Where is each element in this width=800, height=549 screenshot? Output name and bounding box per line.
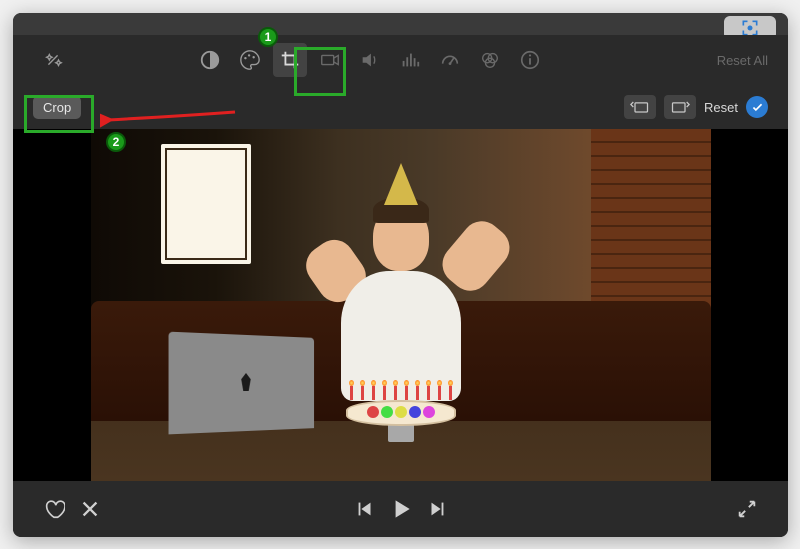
rotate-ccw-button[interactable] xyxy=(624,95,656,119)
laptop-object xyxy=(168,332,313,435)
fullscreen-icon xyxy=(736,498,758,520)
info-button[interactable] xyxy=(513,43,547,77)
video-editor-window: Reset All Crop Reset xyxy=(13,13,788,537)
playback-controls xyxy=(354,496,448,522)
view-controls xyxy=(736,498,758,520)
reject-button[interactable] xyxy=(79,498,101,520)
color-palette-button[interactable] xyxy=(233,43,267,77)
color-balance-button[interactable] xyxy=(193,43,227,77)
camera-icon xyxy=(319,49,341,71)
checkmark-icon xyxy=(751,101,764,114)
color-filter-icon xyxy=(479,49,501,71)
skip-back-button[interactable] xyxy=(354,498,376,520)
confirm-button[interactable] xyxy=(746,96,768,118)
speed-button[interactable] xyxy=(433,43,467,77)
reset-crop-button[interactable]: Reset xyxy=(704,100,738,115)
equalizer-icon xyxy=(399,49,421,71)
adjustments-toolbar: Reset All xyxy=(13,35,788,85)
window-titlebar xyxy=(13,13,788,35)
volume-icon xyxy=(359,49,381,71)
rotate-ccw-icon xyxy=(630,100,650,114)
rotate-cw-icon xyxy=(670,100,690,114)
rotate-cw-button[interactable] xyxy=(664,95,696,119)
volume-button[interactable] xyxy=(353,43,387,77)
play-icon xyxy=(388,496,414,522)
favorite-button[interactable] xyxy=(43,498,65,520)
crop-tool-button[interactable] xyxy=(273,43,307,77)
video-preview-area[interactable] xyxy=(13,129,788,481)
info-icon xyxy=(519,49,541,71)
crop-right-controls: Reset xyxy=(624,95,768,119)
crop-options-bar: Crop Reset xyxy=(13,85,788,129)
rating-controls xyxy=(43,498,101,520)
play-button[interactable] xyxy=(388,496,414,522)
magic-wand-button[interactable] xyxy=(36,43,70,77)
skip-forward-icon xyxy=(426,498,448,520)
stabilization-button[interactable] xyxy=(313,43,347,77)
video-frame xyxy=(91,129,711,481)
noise-reduction-button[interactable] xyxy=(393,43,427,77)
color-palette-icon xyxy=(239,49,261,71)
speedometer-icon xyxy=(439,49,461,71)
fullscreen-button[interactable] xyxy=(736,498,758,520)
color-balance-icon xyxy=(199,49,221,71)
cake-object xyxy=(346,384,456,426)
x-icon xyxy=(79,498,101,520)
heart-icon xyxy=(43,498,65,520)
crop-icon xyxy=(279,49,301,71)
color-filter-button[interactable] xyxy=(473,43,507,77)
reset-all-button[interactable]: Reset All xyxy=(717,53,768,68)
skip-forward-button[interactable] xyxy=(426,498,448,520)
magic-wand-icon xyxy=(42,49,64,71)
person-object xyxy=(311,201,491,401)
playback-bar xyxy=(13,481,788,537)
skip-back-icon xyxy=(354,498,376,520)
crop-mode-button[interactable]: Crop xyxy=(33,96,81,119)
